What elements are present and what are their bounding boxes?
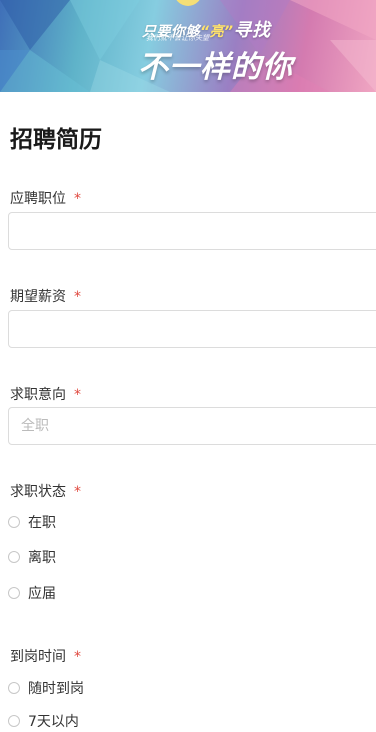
required-asterisk: * — [74, 649, 81, 665]
status-option-graduate[interactable]: 应届 — [8, 584, 56, 602]
job-intention-select[interactable]: 全职 — [8, 407, 376, 445]
required-asterisk: * — [74, 289, 81, 305]
radio-circle-icon[interactable] — [8, 516, 20, 528]
salary-input[interactable] — [8, 310, 376, 348]
position-label: 应聘职位 * — [10, 191, 81, 207]
arrival-option-within-7-days[interactable]: 7天以内 — [8, 712, 79, 730]
radio-circle-icon[interactable] — [8, 682, 20, 694]
required-asterisk: * — [74, 484, 81, 500]
required-asterisk: * — [74, 191, 81, 207]
radio-circle-icon[interactable] — [8, 551, 20, 563]
status-option-employed[interactable]: 在职 — [8, 513, 56, 531]
banner-slogan-main: 不一样的你 — [138, 50, 293, 85]
arrival-option-immediately[interactable]: 随时到岗 — [8, 679, 84, 697]
radio-circle-icon[interactable] — [8, 715, 20, 727]
header-banner: 只要你够“亮”寻找 我们就不会让你失望 不一样的你 — [0, 0, 376, 92]
salary-label: 期望薪资 * — [10, 289, 81, 305]
job-intention-label: 求职意向 * — [10, 387, 81, 403]
job-status-label: 求职状态 * — [10, 484, 81, 500]
required-asterisk: * — [74, 387, 81, 403]
page-title: 招聘简历 — [10, 127, 102, 153]
position-input[interactable] — [8, 212, 376, 250]
status-option-resigned[interactable]: 离职 — [8, 548, 56, 566]
radio-circle-icon[interactable] — [8, 587, 20, 599]
arrival-time-label: 到岗时间 * — [10, 649, 81, 665]
